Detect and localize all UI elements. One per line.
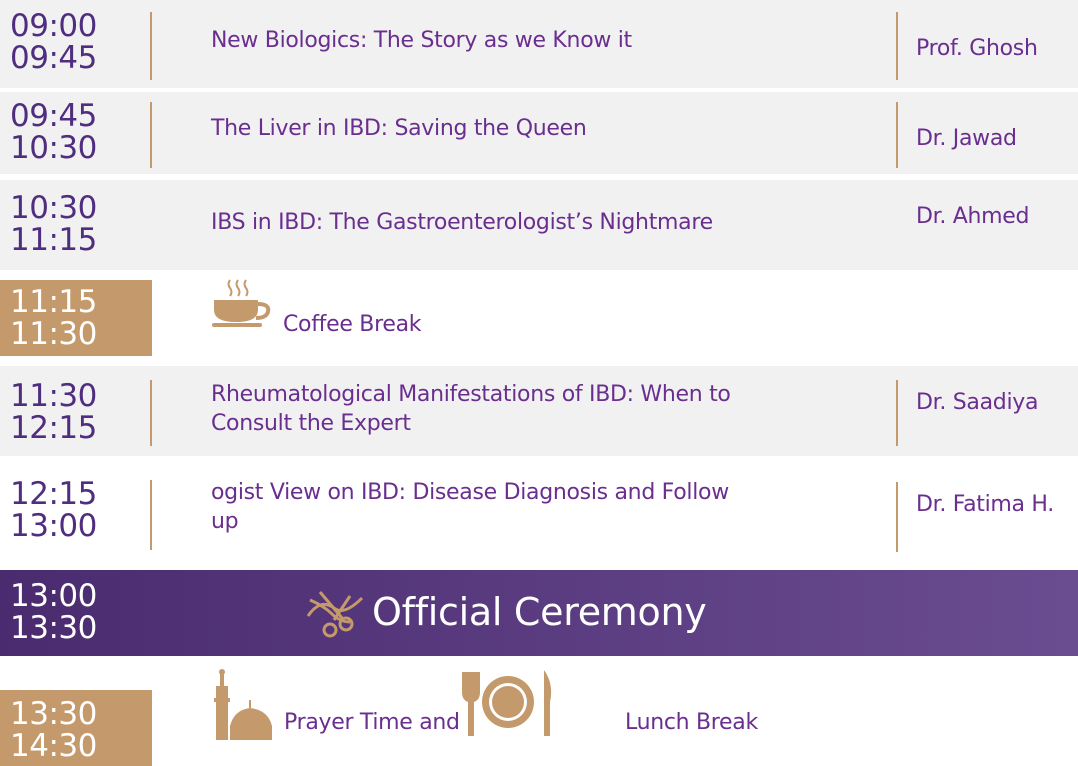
session-row-5: 12:15 13:00 ogist View on IBD: Disease D… [0,462,1078,558]
end-time: 09:45 [10,40,97,76]
divider [150,102,152,168]
session-time: 11:30 12:15 [0,380,152,444]
divider [150,480,152,550]
speaker-name: Dr. Ahmed [916,204,1030,229]
ceremony-time: 13:00 13:30 [0,580,152,644]
start-time: 10:30 [10,190,97,226]
coffee-break-row: 11:15 11:30 Coffee Break [0,278,1078,358]
end-time: 11:15 [10,222,97,258]
ceremony-title: Official Ceremony [372,590,707,634]
end-time: 10:30 [10,130,97,166]
session-row-3: 10:30 11:15 IBS in IBD: The Gastroentero… [0,180,1078,270]
start-time: 09:45 [10,98,97,134]
session-title: IBS in IBD: The Gastroenterologist’s Nig… [211,210,713,235]
session-time: 09:00 09:45 [0,10,152,74]
speaker-name: Prof. Ghosh [916,36,1038,61]
divider [896,12,898,80]
speaker-name: Dr. Jawad [916,126,1017,151]
end-time: 12:15 [10,410,97,446]
break-label: Coffee Break [283,312,422,337]
session-title: New Biologics: The Story as we Know it [211,28,632,53]
session-time: 10:30 11:15 [0,192,152,256]
ceremony-banner: 13:00 13:30 Official Ceremony [0,570,1078,656]
session-time: 09:45 10:30 [0,100,152,164]
start-time: 13:30 [10,696,97,732]
session-row-1: 09:00 09:45 New Biologics: The Story as … [0,0,1078,88]
start-time: 11:30 [10,378,97,414]
end-time: 13:00 [10,508,97,544]
end-time: 11:30 [10,316,97,352]
prayer-lunch-time: 13:30 14:30 [0,690,152,766]
session-title: Rheumatological Manifestations of IBD: W… [211,382,731,436]
end-time: 14:30 [10,728,97,764]
speaker-name: Dr. Saadiya [916,390,1039,415]
start-time: 13:00 [10,578,97,614]
lunch-label: Lunch Break [625,710,758,735]
break-time: 11:15 11:30 [0,280,152,356]
prayer-label: Prayer Time and [284,710,460,735]
divider [150,380,152,446]
start-time: 12:15 [10,476,97,512]
divider [896,102,898,168]
speaker-name: Dr. Fatima H. [916,492,1054,517]
ribbon-scissors-icon [306,591,364,638]
session-row-4: 11:30 12:15 Rheumatological Manifestatio… [0,366,1078,456]
session-row-2: 09:45 10:30 The Liver in IBD: Saving the… [0,92,1078,174]
divider [896,380,898,446]
start-time: 09:00 [10,8,97,44]
start-time: 11:15 [10,284,97,320]
plate-cutlery-icon [462,670,552,736]
session-title: ogist View on IBD: Disease Diagnosis and… [211,480,729,534]
prayer-lunch-row: 13:30 14:30 Prayer Time and Lunch Break [0,662,1078,766]
divider [896,482,898,552]
end-time: 13:30 [10,610,97,646]
divider [150,12,152,80]
coffee-cup-icon [212,279,271,327]
mosque-icon [214,669,272,740]
session-title: The Liver in IBD: Saving the Queen [211,116,587,141]
session-time: 12:15 13:00 [0,478,152,542]
